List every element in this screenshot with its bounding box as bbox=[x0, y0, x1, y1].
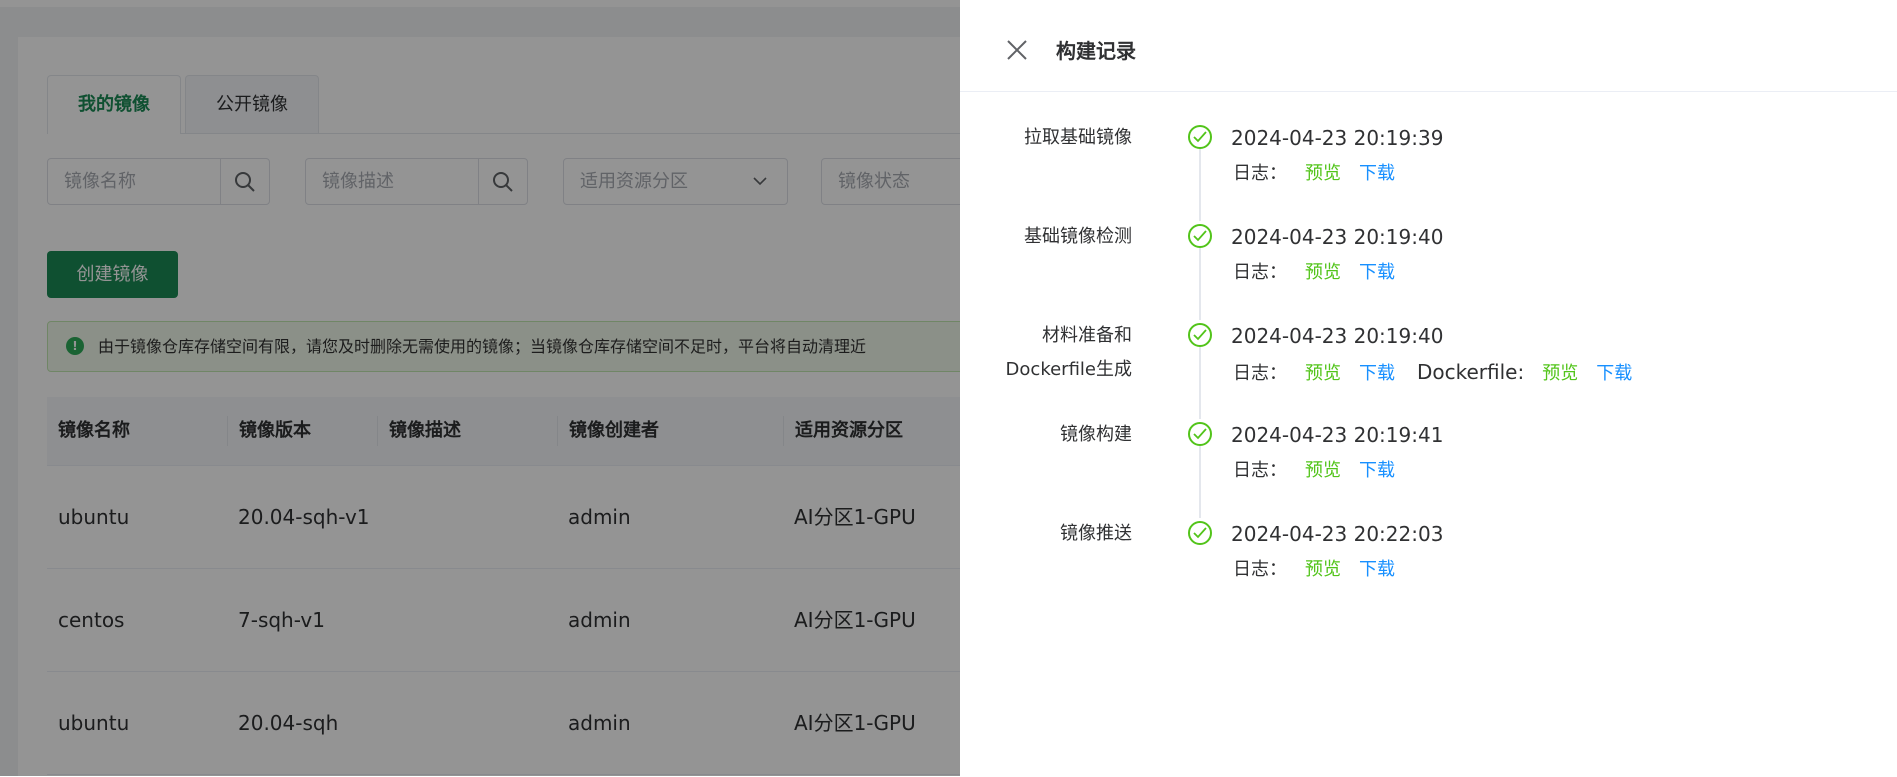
step-time: 2024-04-23 20:19:40 bbox=[1231, 225, 1444, 249]
download-link[interactable]: 下载 bbox=[1359, 163, 1395, 184]
preview-link[interactable]: 预览 bbox=[1305, 363, 1341, 384]
download-link[interactable]: 下载 bbox=[1359, 363, 1395, 384]
log-key: 日志： bbox=[1233, 460, 1287, 481]
step-label: 基础镜像检测 bbox=[1024, 226, 1132, 247]
log-key: 日志： bbox=[1233, 559, 1287, 580]
check-circle-icon bbox=[1188, 125, 1212, 149]
check-circle-icon bbox=[1188, 422, 1212, 446]
close-icon[interactable] bbox=[1004, 37, 1030, 63]
step-label: 镜像推送 bbox=[1060, 523, 1132, 544]
check-circle-icon bbox=[1188, 323, 1212, 347]
step-time: 2024-04-23 20:19:41 bbox=[1231, 423, 1444, 447]
step-label-line2: Dockerfile生成 bbox=[1005, 359, 1132, 380]
build-record-drawer: 构建记录 拉取基础镜像 2024-04-23 20:19:39 日志： 预览 下载 … bbox=[960, 7, 1897, 776]
dockerfile-preview-link[interactable]: 预览 bbox=[1542, 363, 1578, 384]
step-time: 2024-04-23 20:19:40 bbox=[1231, 324, 1444, 348]
step-log: 日志： 预览 下载 bbox=[1233, 260, 1417, 286]
timeline-connector bbox=[1199, 347, 1201, 419]
log-key: 日志： bbox=[1233, 262, 1287, 283]
preview-link[interactable]: 预览 bbox=[1305, 559, 1341, 580]
download-link[interactable]: 下载 bbox=[1359, 460, 1395, 481]
preview-link[interactable]: 预览 bbox=[1305, 163, 1341, 184]
log-key: 日志： bbox=[1233, 163, 1287, 184]
step-label: 材料准备和 bbox=[1042, 325, 1132, 346]
dockerfile-key: Dockerfile: bbox=[1417, 360, 1525, 384]
timeline-connector bbox=[1199, 248, 1201, 320]
step-log: 日志： 预览 下载 Dockerfile: 预览 下载 bbox=[1233, 359, 1654, 387]
step-time: 2024-04-23 20:19:39 bbox=[1231, 126, 1444, 150]
timeline-connector bbox=[1199, 149, 1201, 221]
step-log: 日志： 预览 下载 bbox=[1233, 458, 1417, 484]
check-circle-icon bbox=[1188, 521, 1212, 545]
preview-link[interactable]: 预览 bbox=[1305, 262, 1341, 283]
timeline-connector bbox=[1199, 446, 1201, 518]
drawer-title: 构建记录 bbox=[1056, 39, 1136, 63]
step-time: 2024-04-23 20:22:03 bbox=[1231, 522, 1444, 546]
download-link[interactable]: 下载 bbox=[1359, 559, 1395, 580]
step-log: 日志： 预览 下载 bbox=[1233, 557, 1417, 583]
modal-overlay[interactable] bbox=[0, 0, 960, 776]
download-link[interactable]: 下载 bbox=[1359, 262, 1395, 283]
drawer-header: 构建记录 bbox=[960, 7, 1897, 92]
check-circle-icon bbox=[1188, 224, 1212, 248]
step-log: 日志： 预览 下载 bbox=[1233, 161, 1417, 187]
preview-link[interactable]: 预览 bbox=[1305, 460, 1341, 481]
log-key: 日志： bbox=[1233, 363, 1287, 384]
step-label: 拉取基础镜像 bbox=[1024, 127, 1132, 148]
dockerfile-download-link[interactable]: 下载 bbox=[1596, 363, 1632, 384]
step-label: 镜像构建 bbox=[1060, 424, 1132, 445]
